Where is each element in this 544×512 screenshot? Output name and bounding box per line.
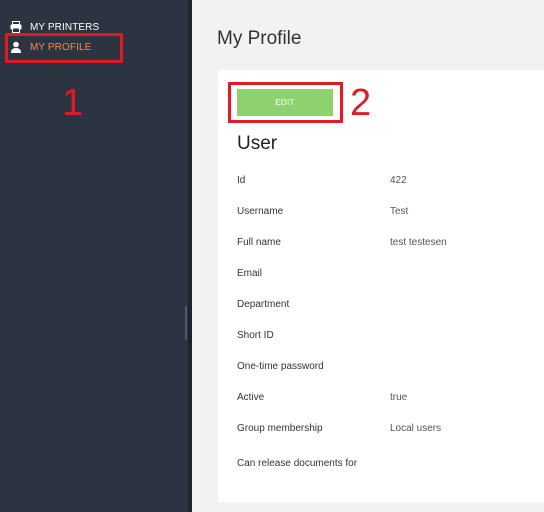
field-label-active: Active [237, 392, 265, 403]
sidebar [0, 0, 188, 512]
page-title: My Profile [217, 28, 302, 49]
field-label-one-time-password: One-time password [237, 361, 324, 372]
field-label-can-release-documents-for: Can release documents for [237, 458, 358, 469]
annotation-number-1: 1 [62, 82, 84, 124]
sidebar-resize-handle[interactable] [185, 306, 187, 340]
field-label-group-membership: Group membership [237, 423, 323, 434]
section-title: User [237, 133, 278, 154]
annotation-box-1 [5, 33, 123, 63]
field-label-short-id: Short ID [237, 330, 274, 341]
field-label-id: Id [237, 175, 246, 186]
field-value-id: 422 [390, 175, 407, 186]
sidebar-item-label: MY PRINTERS [30, 21, 100, 33]
field-value-username: Test [390, 206, 409, 217]
annotation-box-2 [228, 82, 343, 123]
printer-icon [10, 21, 22, 33]
field-label-email: Email [237, 268, 263, 279]
field-label-username: Username [237, 206, 284, 217]
field-label-full-name: Full name [237, 237, 281, 248]
field-value-active: true [390, 392, 408, 403]
sidebar-divider [188, 0, 192, 512]
field-value-group-membership: Local users [390, 423, 442, 434]
annotation-number-2: 2 [350, 82, 372, 124]
field-value-full-name: test testesen [390, 237, 447, 248]
field-label-department: Department [237, 299, 290, 310]
